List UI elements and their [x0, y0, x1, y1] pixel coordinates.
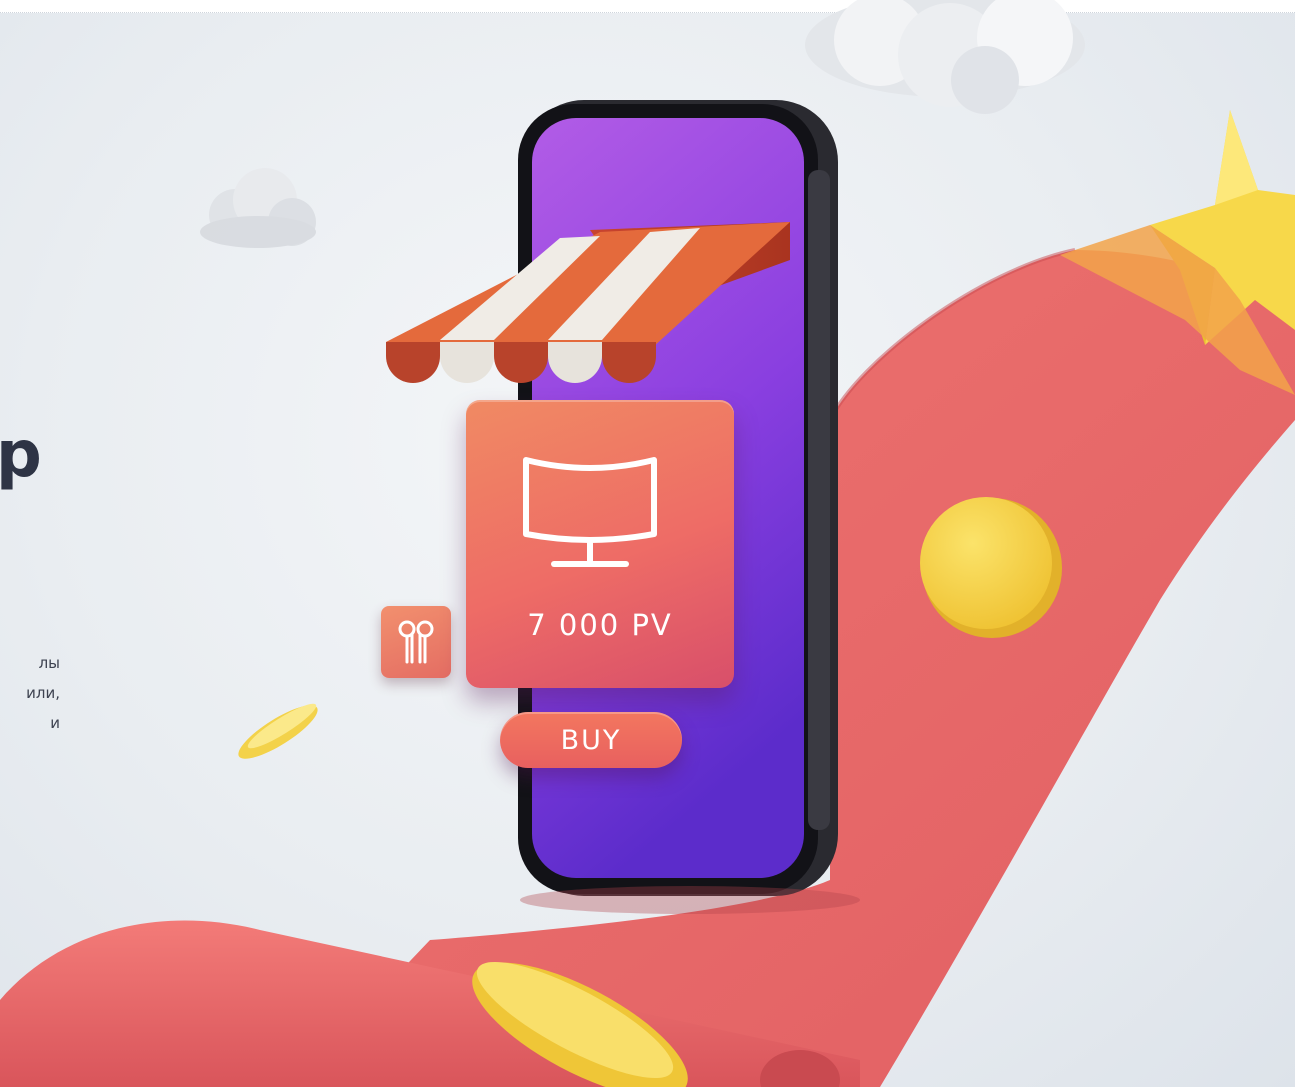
curved-monitor-icon [523, 457, 657, 567]
body-text-line: и [50, 714, 60, 732]
product-card: 7 000 PV [466, 400, 734, 688]
earbuds-tile[interactable] [381, 606, 451, 678]
buy-button[interactable]: BUY [500, 712, 682, 768]
body-text-fragment: лы или, и [0, 648, 60, 738]
price-label: 7 000 PV [527, 608, 673, 642]
body-text-line: или, [26, 684, 60, 702]
earbuds-icon [398, 620, 434, 664]
flying-coin-left [238, 703, 318, 759]
heading-fragment: p [0, 418, 42, 492]
cloud-top [805, 0, 1085, 114]
cloud-small [200, 168, 316, 248]
body-text-line: лы [38, 654, 60, 672]
